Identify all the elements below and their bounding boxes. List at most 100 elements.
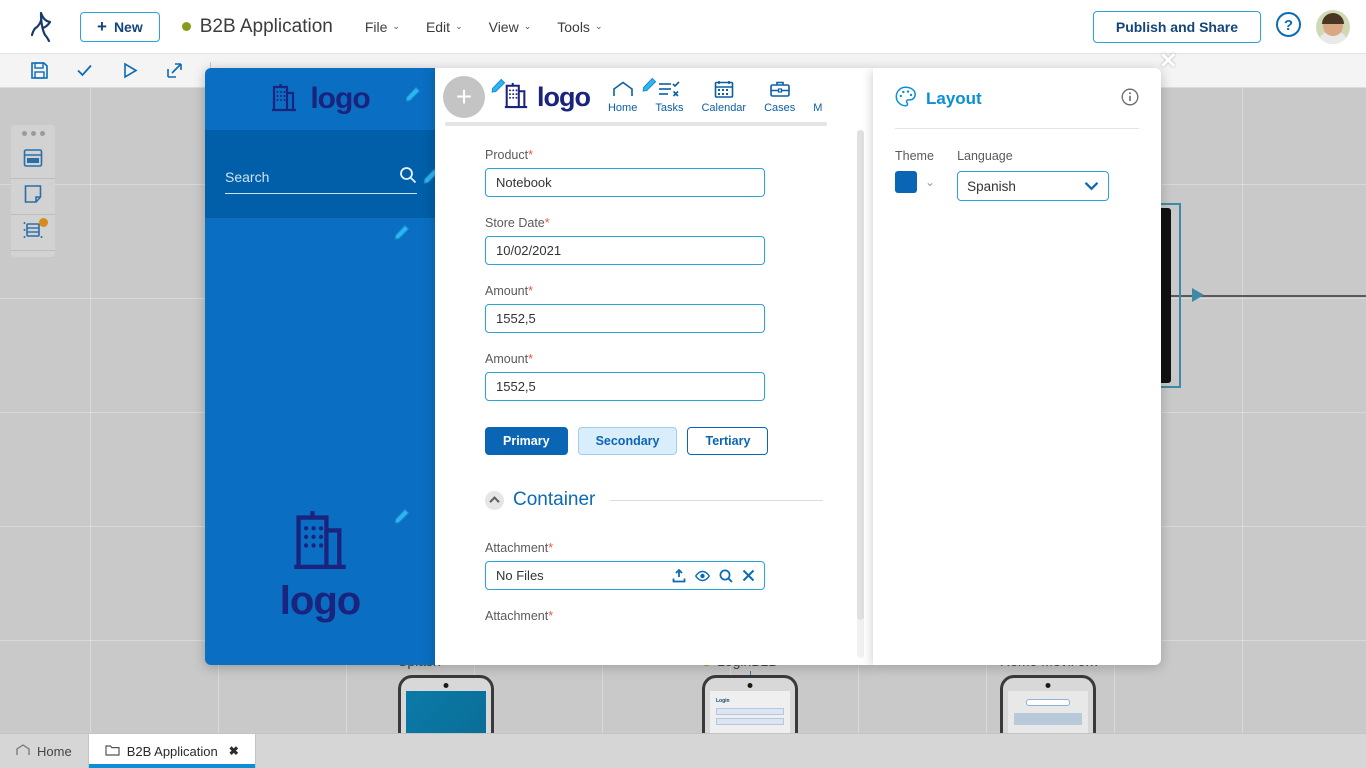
info-icon[interactable]: [1121, 88, 1139, 111]
amount-input-1[interactable]: [485, 304, 765, 333]
home-pill: [1026, 699, 1070, 706]
tool-palette[interactable]: [11, 125, 55, 257]
search-icon[interactable]: [399, 166, 417, 187]
edit-body-pencil-icon[interactable]: [394, 224, 410, 245]
publish-and-share-button[interactable]: Publish and Share: [1093, 11, 1261, 43]
theme-picker[interactable]: ⌄: [895, 171, 935, 193]
clear-icon[interactable]: [742, 569, 755, 582]
menu-view[interactable]: View ⌄: [489, 19, 532, 35]
nav-item-tasks[interactable]: Tasks: [655, 81, 683, 114]
login-field: [716, 718, 784, 725]
briefcase-icon: [769, 80, 791, 101]
form-preview-panel[interactable]: + logo: [435, 68, 873, 665]
language-control: Language Spanish: [957, 149, 1109, 201]
application-bar: + New B2B Application File ⌄ Edit ⌄ View…: [0, 0, 1366, 54]
connector-arrow-icon: [1192, 288, 1204, 302]
phone-camera-icon: [748, 683, 753, 688]
help-circle-icon[interactable]: ?: [1275, 11, 1302, 43]
primary-button[interactable]: Primary: [485, 427, 568, 455]
folder-icon: [105, 744, 120, 759]
page-icon: [22, 183, 44, 210]
nav-item-truncated[interactable]: M: [813, 102, 822, 114]
chevron-up-icon[interactable]: [485, 491, 504, 510]
chevron-down-icon: [1084, 179, 1099, 194]
close-overlay-button[interactable]: ✕: [1159, 50, 1177, 72]
chevron-down-icon[interactable]: ⌄: [925, 175, 935, 189]
check-icon[interactable]: [75, 61, 94, 80]
layout-settings-panel[interactable]: Layout Theme ⌄ Language Spanish: [873, 68, 1161, 665]
search-icon[interactable]: [719, 569, 733, 583]
nav-item-home[interactable]: Home: [608, 81, 637, 114]
edit-header-pencil-icon[interactable]: [405, 86, 421, 107]
store-date-input[interactable]: [485, 236, 765, 265]
language-select[interactable]: Spanish: [957, 171, 1109, 201]
palette-item-layout-template[interactable]: [11, 143, 55, 179]
palette-item-page[interactable]: [11, 179, 55, 215]
phone-camera-icon: [444, 683, 449, 688]
menu-bar[interactable]: File ⌄ Edit ⌄ View ⌄ Tools ⌄: [365, 19, 603, 35]
home-icon: [612, 81, 634, 101]
language-selected-value: Spanish: [967, 179, 1016, 194]
required-marker: *: [528, 284, 533, 298]
nav-item-cases-label: Cases: [764, 102, 795, 114]
menu-tools[interactable]: Tools ⌄: [557, 19, 602, 35]
preview-body: logo: [205, 218, 435, 665]
secondary-button[interactable]: Secondary: [578, 427, 678, 455]
product-input[interactable]: [485, 168, 765, 197]
mobile-preview-panel[interactable]: logo Search: [205, 68, 435, 665]
tab-home-label: Home: [37, 744, 72, 759]
layout-panel-title: Layout: [926, 89, 1111, 109]
export-icon[interactable]: [165, 61, 184, 80]
app-status-dot: [182, 22, 191, 31]
nav-item-cases[interactable]: Cases: [764, 80, 795, 114]
user-avatar[interactable]: [1316, 10, 1350, 44]
tasks-icon: [658, 81, 680, 101]
eye-icon[interactable]: [695, 570, 710, 582]
tab-b2b-application[interactable]: B2B Application ✖: [89, 734, 256, 768]
building-icon: [290, 506, 350, 577]
amount-input-2[interactable]: [485, 372, 765, 401]
preview-header: logo: [205, 68, 435, 130]
nav-item-tasks-label: Tasks: [655, 102, 683, 114]
new-button[interactable]: + New: [80, 12, 160, 42]
preview-search-field[interactable]: Search: [225, 166, 417, 194]
container-section-header[interactable]: Container: [485, 489, 823, 511]
palette-drag-handle[interactable]: [11, 131, 55, 136]
add-button[interactable]: +: [443, 76, 485, 118]
field-store-date-label-text: Store Date: [485, 216, 545, 230]
scrollbar-thumb[interactable]: [857, 130, 864, 620]
layout-panel-header: Layout: [895, 86, 1139, 129]
palette-item-component[interactable]: [11, 215, 55, 251]
run-icon[interactable]: [120, 61, 139, 80]
chevron-down-icon: ⌄: [595, 21, 603, 32]
nav-item-calendar[interactable]: Calendar: [701, 80, 746, 114]
menu-edit[interactable]: Edit ⌄: [426, 19, 463, 35]
attachment-field-wrapper: [485, 561, 765, 590]
menu-file-label: File: [365, 19, 388, 35]
preview-bottom-logo-text: logo: [280, 579, 360, 624]
tab-home[interactable]: Home: [0, 734, 89, 768]
app-logo-icon[interactable]: [20, 11, 66, 43]
upload-icon[interactable]: [672, 569, 686, 583]
form-scroll-area[interactable]: Product* Store Date* Amount* Amount*: [435, 126, 873, 665]
edit-search-pencil-icon[interactable]: [423, 168, 435, 189]
preview-search-zone: Search: [205, 130, 435, 218]
close-icon[interactable]: ✖: [229, 744, 239, 758]
form-nav-items[interactable]: Home Tasks Calendar: [608, 80, 822, 114]
field-attachment-1-label: Attachment*: [485, 541, 823, 555]
theme-color-swatch[interactable]: [895, 171, 917, 193]
field-amount-2-label-text: Amount: [485, 352, 528, 366]
button-row: Primary Secondary Tertiary: [485, 427, 823, 455]
field-amount-2-label: Amount*: [485, 352, 823, 366]
svg-text:?: ?: [1284, 17, 1293, 34]
edit-add-pencil-icon[interactable]: [491, 78, 506, 98]
tertiary-button[interactable]: Tertiary: [687, 427, 768, 455]
avatar-hair: [1322, 13, 1344, 24]
building-icon: [270, 82, 298, 117]
menu-file[interactable]: File ⌄: [365, 19, 400, 35]
edit-logo-pencil-icon[interactable]: [642, 77, 657, 97]
chevron-down-icon: ⌄: [392, 21, 400, 32]
required-marker: *: [548, 541, 553, 555]
bottom-tab-bar[interactable]: Home B2B Application ✖: [0, 733, 1366, 768]
save-icon[interactable]: [30, 61, 49, 80]
